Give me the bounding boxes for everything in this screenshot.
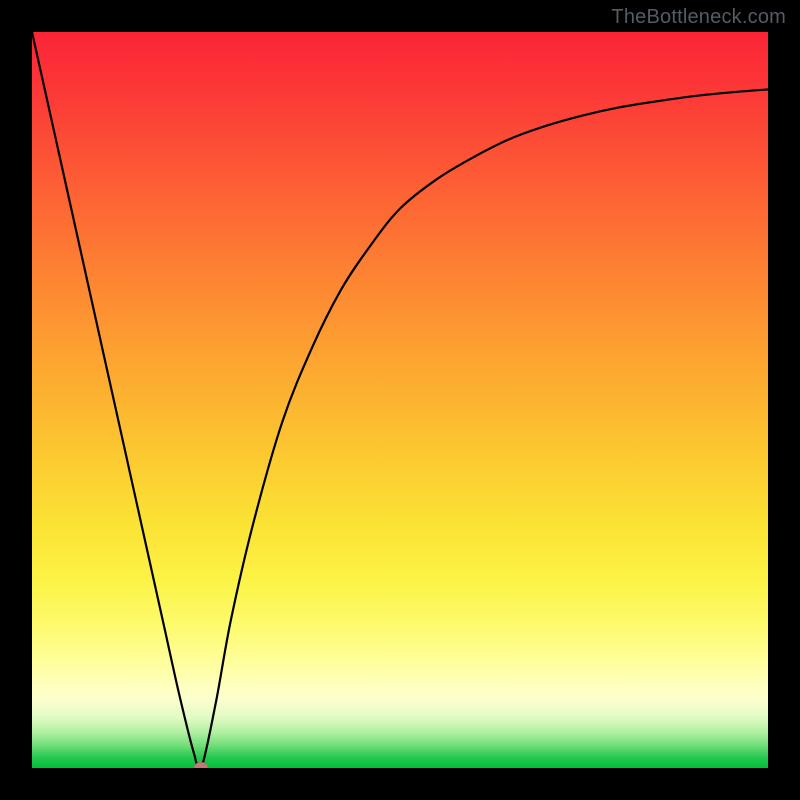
chart-frame: TheBottleneck.com [0,0,800,800]
watermark-text: TheBottleneck.com [611,6,786,29]
min-marker [194,762,208,768]
plot-area [32,32,768,768]
bottleneck-curve [32,32,768,768]
